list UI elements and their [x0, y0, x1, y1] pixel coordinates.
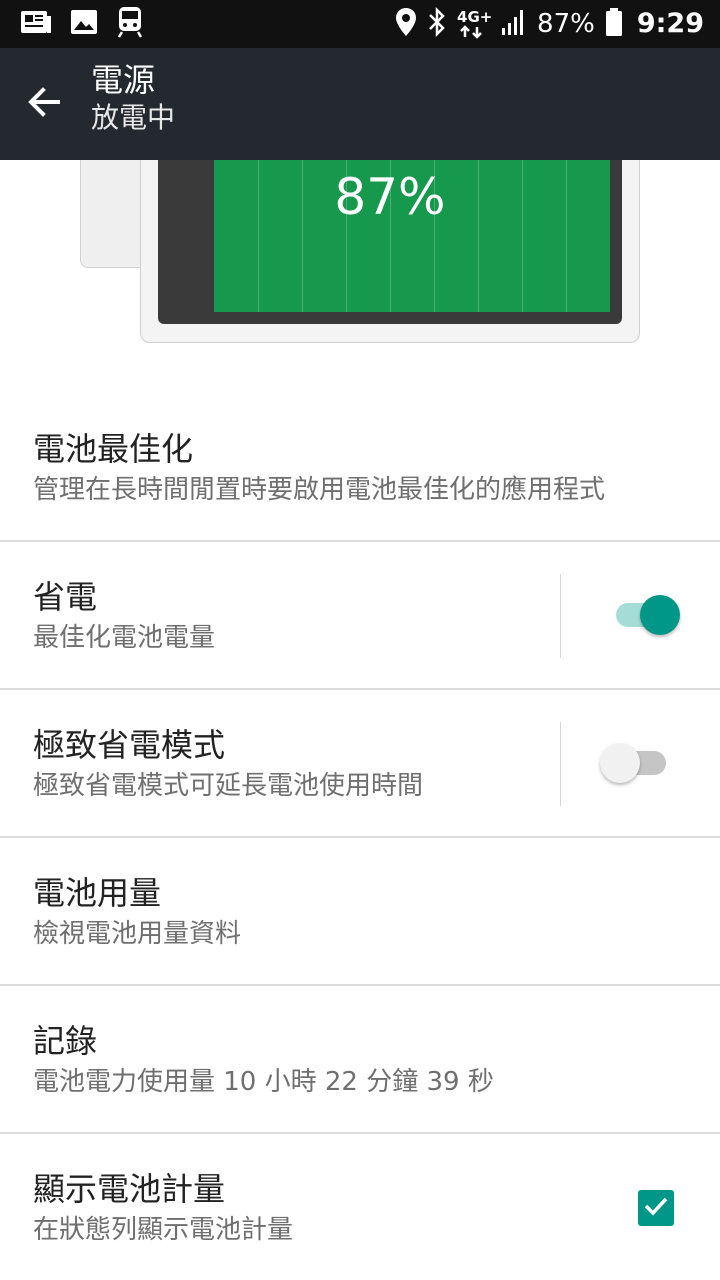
setting-title: 電池最佳化 [33, 430, 194, 468]
check-icon [643, 1195, 669, 1221]
setting-title: 顯示電池計量 [33, 1170, 226, 1208]
page-subtitle: 放電中 [91, 101, 176, 134]
setting-extreme-power-saver[interactable]: 極致省電模式 極致省電模式可延長電池使用時間 [0, 690, 720, 838]
status-bar: 4G+ 87% 9:29 [0, 0, 720, 48]
setting-power-saver[interactable]: 省電 最佳化電池電量 [0, 542, 720, 690]
settings-list: 電池最佳化 管理在長時間閒置時要啟用電池最佳化的應用程式 省電 最佳化電池電量 … [0, 394, 720, 1280]
back-button[interactable] [20, 80, 68, 128]
signal-icon [501, 8, 527, 40]
setting-summary: 檢視電池用量資料 [33, 919, 242, 949]
setting-title: 極致省電模式 [33, 726, 226, 764]
bluetooth-icon [427, 6, 447, 41]
app-bar: 電源 放電中 [0, 48, 720, 160]
page-title: 電源 [91, 61, 156, 99]
arrow-left-icon [26, 84, 62, 124]
show-battery-meter-checkbox[interactable] [638, 1190, 674, 1226]
image-icon [70, 8, 98, 40]
battery-icon [605, 7, 623, 41]
status-battery-percent: 87% [537, 9, 595, 39]
power-saver-switch[interactable] [600, 590, 686, 640]
setting-title: 省電 [33, 578, 98, 616]
vertical-divider [560, 574, 561, 658]
setting-title: 電池用量 [33, 874, 162, 912]
news-icon [20, 8, 52, 40]
setting-summary: 電池電力使用量 10 小時 22 分鐘 39 秒 [33, 1067, 494, 1097]
network-label: 4G+ [457, 8, 493, 26]
location-icon [395, 7, 417, 41]
setting-summary: 最佳化電池電量 [33, 623, 216, 653]
setting-history[interactable]: 記錄 電池電力使用量 10 小時 22 分鐘 39 秒 [0, 986, 720, 1134]
setting-battery-optimization[interactable]: 電池最佳化 管理在長時間閒置時要啟用電池最佳化的應用程式 [0, 394, 720, 542]
setting-summary: 管理在長時間閒置時要啟用電池最佳化的應用程式 [33, 475, 606, 505]
status-time: 9:29 [636, 8, 704, 39]
battery-illustration: 87% [0, 160, 720, 390]
train-icon [116, 6, 144, 42]
setting-battery-usage[interactable]: 電池用量 檢視電池用量資料 [0, 838, 720, 986]
setting-summary: 極致省電模式可延長電池使用時間 [33, 771, 424, 801]
battery-grid-line [566, 160, 567, 312]
setting-summary: 在狀態列顯示電池計量 [33, 1215, 294, 1245]
vertical-divider [560, 722, 561, 806]
setting-show-battery-meter[interactable]: 顯示電池計量 在狀態列顯示電池計量 [0, 1134, 720, 1280]
battery-percent-label: 87% [334, 168, 446, 226]
network-4g-icon: 4G+ [457, 8, 493, 39]
setting-title: 記錄 [33, 1022, 98, 1060]
extreme-power-saver-switch[interactable] [600, 738, 686, 788]
